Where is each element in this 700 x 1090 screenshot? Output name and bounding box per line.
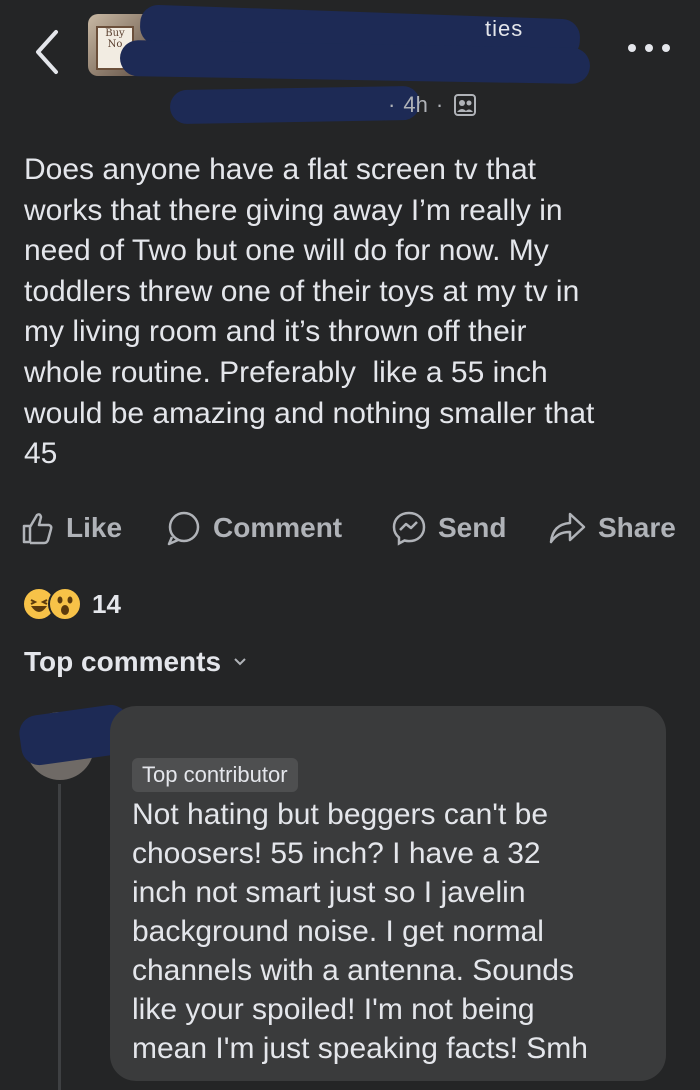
post-meta: · 4h · — [380, 90, 477, 120]
group-privacy-icon — [454, 94, 477, 116]
post-header: Buy No ties · 4h · — [0, 0, 700, 135]
post-body: Does anyone have a flat screen tv that w… — [24, 153, 595, 471]
separator-dot: · — [435, 92, 444, 117]
share-arrow-icon — [549, 512, 586, 544]
reaction-count: 14 — [92, 588, 121, 619]
chevron-down-icon — [234, 658, 246, 666]
top-contributor-badge: Top contributor — [132, 758, 298, 792]
share-button[interactable]: Share — [548, 505, 676, 551]
share-label: Share — [598, 512, 676, 543]
ellipsis-icon[interactable] — [624, 40, 674, 56]
action-bar: Like Comment Send Share — [0, 505, 700, 555]
like-label: Like — [66, 512, 123, 543]
wow-icon — [48, 587, 82, 621]
send-label: Send — [438, 512, 507, 543]
thumbs-up-icon — [22, 513, 53, 545]
redaction-mark — [119, 39, 591, 85]
send-button[interactable]: Send — [390, 505, 506, 551]
comment-filter-label: Top comments — [24, 646, 222, 677]
thread-line — [58, 784, 61, 1090]
comment-body: Not hating but beggers can't be choosers… — [132, 798, 588, 1065]
chevron-left-icon[interactable] — [30, 28, 64, 76]
separator-dot: · — [388, 92, 396, 117]
group-title-fragment: ties — [485, 16, 524, 41]
comment-button[interactable]: Comment — [165, 505, 342, 551]
like-button[interactable]: Like — [20, 505, 122, 551]
reaction-summary[interactable]: 14 — [22, 586, 121, 622]
post-timestamp[interactable]: 4h — [403, 92, 427, 118]
comment-filter[interactable]: Top comments — [24, 646, 247, 678]
messenger-icon — [392, 511, 426, 546]
comment-label: Comment — [213, 512, 343, 543]
comment-bubble-icon — [167, 511, 200, 546]
